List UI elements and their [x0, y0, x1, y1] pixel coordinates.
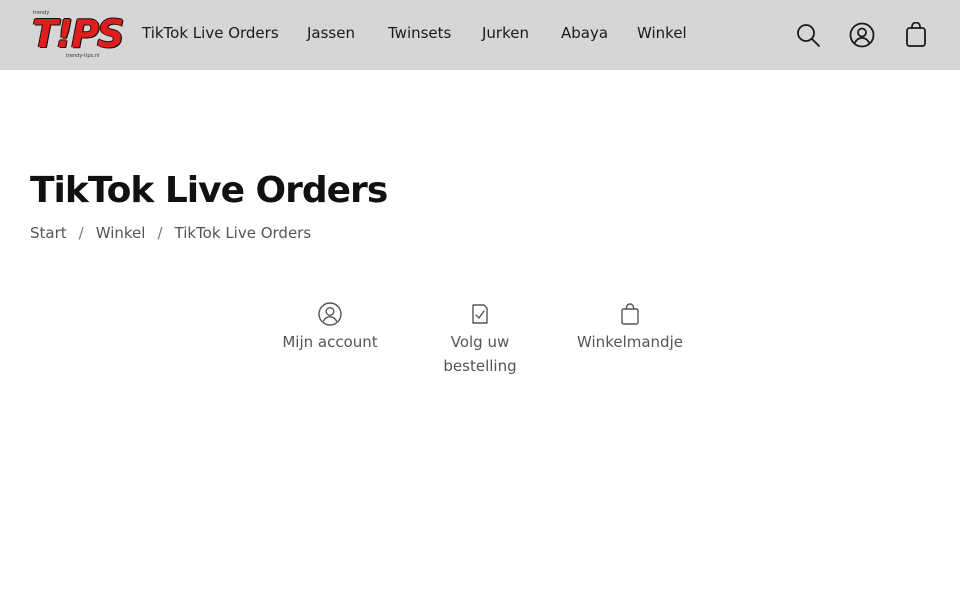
nav-item-tiktok-live-orders[interactable]: TikTok Live Orders	[142, 24, 279, 42]
quick-link-label: Mijn account	[282, 333, 378, 351]
nav-item-jassen[interactable]: Jassen	[307, 24, 355, 42]
quick-link-track-order[interactable]: Volg uw bestelling	[410, 302, 550, 378]
quick-link-label: Winkelmandje	[577, 333, 683, 351]
breadcrumb-separator: /	[78, 224, 84, 242]
shopping-bag-icon[interactable]	[903, 22, 929, 48]
user-circle-icon[interactable]	[849, 22, 875, 48]
checklist-icon	[468, 302, 492, 326]
nav-item-twinsets[interactable]: Twinsets	[388, 24, 451, 42]
page-title: TikTok Live Orders	[30, 170, 388, 211]
logo-tagline-bottom: trendy-tips.nl	[66, 53, 100, 59]
breadcrumb-item-current: TikTok Live Orders	[174, 224, 312, 242]
nav-item-abaya[interactable]: Abaya	[561, 24, 608, 42]
shopping-bag-icon	[618, 302, 642, 326]
breadcrumb-item-winkel[interactable]: Winkel	[96, 224, 146, 242]
quick-link-label-line: bestelling	[443, 357, 517, 375]
site-header: trendy T!PS trendy-tips.nl TikTok Live O…	[0, 0, 960, 70]
breadcrumb-separator: /	[157, 224, 163, 242]
breadcrumb: Start / Winkel / TikTok Live Orders	[30, 224, 311, 242]
quick-link-my-account[interactable]: Mijn account	[260, 302, 400, 354]
logo-wordmark: T!PS	[32, 12, 124, 56]
quick-link-cart[interactable]: Winkelmandje	[560, 302, 700, 354]
quick-link-label: Volg uw bestelling	[410, 330, 550, 378]
user-circle-icon	[318, 302, 342, 326]
nav-item-winkel[interactable]: Winkel	[637, 24, 687, 42]
site-logo[interactable]: trendy T!PS trendy-tips.nl	[30, 10, 124, 62]
search-icon[interactable]	[795, 22, 821, 48]
quick-link-label-line: Volg uw	[450, 333, 510, 351]
breadcrumb-item-start[interactable]: Start	[30, 224, 67, 242]
nav-item-jurken[interactable]: Jurken	[482, 24, 529, 42]
